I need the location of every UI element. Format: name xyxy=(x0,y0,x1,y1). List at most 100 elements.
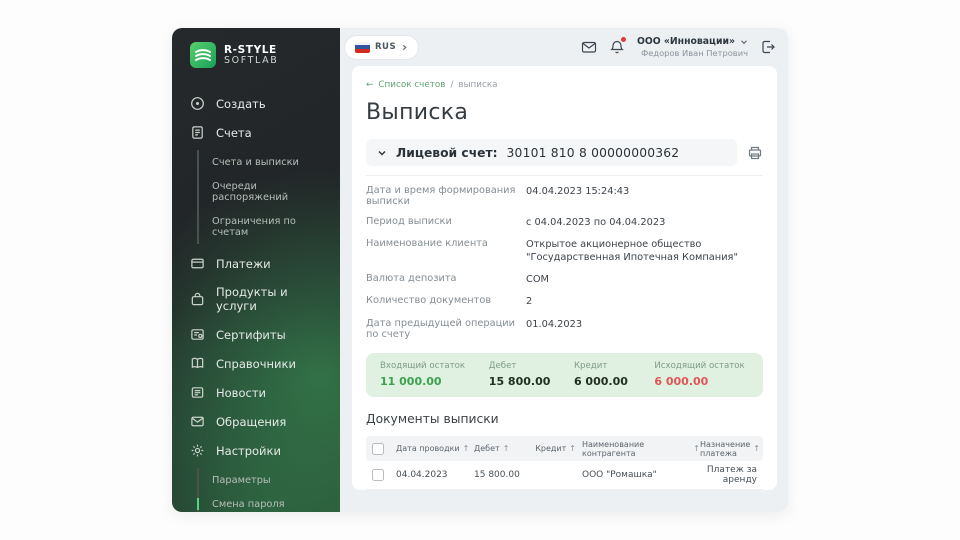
sidebar-item-create[interactable]: Создать xyxy=(190,90,326,117)
field-value: Открытое акционерное общество "Государст… xyxy=(526,238,763,264)
summary-label: Кредит xyxy=(574,361,654,371)
sidebar-subitem-account-restrictions[interactable]: Ограничения по счетам xyxy=(212,209,326,244)
table-row[interactable]: 04.04.2023 15 800.00 ООО "Ромашка" Плате… xyxy=(366,461,763,490)
summary-debit: Дебет 15 800.00 xyxy=(489,361,574,388)
sidebar-item-payments[interactable]: Платежи xyxy=(190,250,326,277)
sidebar-item-label: Справочники xyxy=(216,357,296,371)
notification-badge xyxy=(621,37,626,42)
sidebar-item-label: Счета xyxy=(216,126,252,140)
row-checkbox[interactable] xyxy=(372,469,384,481)
sidebar-subitem-accounts-statements[interactable]: Счета и выписки xyxy=(212,150,326,174)
summary-value: 11 000.00 xyxy=(380,375,489,388)
accounts-submenu: Счета и выписки Очереди распоряжений Огр… xyxy=(197,150,326,244)
account-number: 30101 810 8 00000000362 xyxy=(507,146,680,160)
sidebar-item-news[interactable]: Новости xyxy=(190,379,326,406)
print-icon[interactable] xyxy=(747,145,763,161)
certificates-icon xyxy=(190,327,205,342)
logo-line1: R-STYLE xyxy=(224,45,278,56)
sidebar-subitem-order-queues[interactable]: Очереди распоряжений xyxy=(212,174,326,209)
topbar: RUS ООО «Инновации» Федоров Иван Петрови… xyxy=(340,28,788,66)
notifications-bell-icon[interactable] xyxy=(609,39,625,55)
accounts-icon xyxy=(190,125,205,140)
directories-icon xyxy=(190,356,205,371)
russian-flag-icon xyxy=(355,42,370,53)
field-label: Валюта депозита xyxy=(366,273,516,286)
sidebar-item-accounts[interactable]: Счета xyxy=(190,119,326,146)
sidebar-item-directories[interactable]: Справочники xyxy=(190,350,326,377)
field-value: COM xyxy=(526,273,763,286)
field-value: с 04.04.2023 по 04.04.2023 xyxy=(526,216,763,229)
language-label: RUS xyxy=(375,42,396,52)
sidebar-item-label: Настройки xyxy=(216,444,281,458)
user-name: Федоров Иван Петрович xyxy=(637,48,748,59)
logo-line2: SOFTLAB xyxy=(224,56,278,66)
breadcrumb: ← Список счетов / выписка xyxy=(366,80,763,90)
sidebar-item-products[interactable]: Продукты и услуги xyxy=(190,279,326,319)
field-row: Валюта депозита COM xyxy=(366,269,763,291)
sort-asc-icon: ↑ xyxy=(753,444,760,453)
logout-icon[interactable] xyxy=(760,39,776,55)
field-row: Дата предыдущей операции по счету 01.04.… xyxy=(366,313,763,344)
sidebar: R-STYLE SOFTLAB Создать Счета Счета и вы… xyxy=(172,28,340,512)
breadcrumb-link-accounts[interactable]: Список счетов xyxy=(378,80,445,90)
logo[interactable]: R-STYLE SOFTLAB xyxy=(190,42,326,68)
summary-label: Исходящий остаток xyxy=(654,361,749,371)
field-row: Дата и время формирования выписки 04.04.… xyxy=(366,180,763,211)
summary-opening-balance: Входящий остаток 11 000.00 xyxy=(380,361,489,388)
summary-value: 6 000.00 xyxy=(574,375,654,388)
field-label: Наименование клиента xyxy=(366,238,516,264)
sidebar-item-label: Обращения xyxy=(216,415,286,429)
chevron-right-icon xyxy=(401,44,408,51)
breadcrumb-back-arrow-icon[interactable]: ← xyxy=(366,80,373,90)
summary-value: 15 800.00 xyxy=(489,375,574,388)
account-selector[interactable]: Лицевой счет: 30101 810 8 00000000362 xyxy=(366,139,737,166)
sidebar-nav: Создать Счета Счета и выписки Очереди ра… xyxy=(190,90,326,512)
summary-credit: Кредит 6 000.00 xyxy=(574,361,654,388)
column-header-contractor[interactable]: Наименование контрагента↑ xyxy=(582,440,700,458)
sidebar-item-messages[interactable]: Обращения xyxy=(190,408,326,435)
column-header-credit[interactable]: Кредит↑ xyxy=(524,444,582,453)
field-row: Период выписки с 04.04.2023 по 04.04.202… xyxy=(366,211,763,233)
account-label: Лицевой счет: xyxy=(396,146,498,160)
balance-summary: Входящий остаток 11 000.00 Дебет 15 800.… xyxy=(366,353,763,397)
column-header-date[interactable]: Дата проводки↑ xyxy=(396,444,474,453)
language-selector[interactable]: RUS xyxy=(344,35,419,60)
main-area: RUS ООО «Инновации» Федоров Иван Петрови… xyxy=(340,28,788,512)
statement-fields: Дата и время формирования выписки 04.04.… xyxy=(366,180,763,344)
column-header-purpose[interactable]: Назначение платежа↑ xyxy=(700,440,760,458)
sidebar-item-settings[interactable]: Настройки xyxy=(190,437,326,464)
messages-icon xyxy=(190,414,205,429)
summary-label: Дебет xyxy=(489,361,574,371)
user-menu[interactable]: ООО «Инновации» Федоров Иван Петрович xyxy=(637,36,748,59)
topbar-right: ООО «Инновации» Федоров Иван Петрович xyxy=(581,36,776,59)
cell-purpose: Платеж за аренду xyxy=(700,465,757,485)
sidebar-item-label: Сертифиты xyxy=(216,328,286,342)
sidebar-item-certificates[interactable]: Сертифиты xyxy=(190,321,326,348)
field-label: Период выписки xyxy=(366,216,516,229)
rstyle-logo-icon xyxy=(190,42,216,68)
sidebar-subitem-parameters[interactable]: Параметры xyxy=(212,468,326,492)
products-icon xyxy=(190,292,205,307)
select-all-checkbox[interactable] xyxy=(372,443,384,455)
logo-text: R-STYLE SOFTLAB xyxy=(224,45,278,66)
table-header: Дата проводки↑ Дебет↑ Кредит↑ Наименован… xyxy=(366,436,763,461)
account-row: Лицевой счет: 30101 810 8 00000000362 xyxy=(366,139,763,166)
cell-debit: 15 800.00 xyxy=(474,470,524,480)
sort-asc-icon: ↑ xyxy=(463,444,470,453)
field-label: Дата и время формирования выписки xyxy=(366,185,516,207)
field-value: 01.04.2023 xyxy=(526,318,763,340)
sidebar-subitem-change-password[interactable]: Смена пароля xyxy=(212,492,326,512)
summary-closing-balance: Исходящий остаток 6 000.00 xyxy=(654,361,749,388)
cell-contractor: ООО "Ромашка" xyxy=(582,470,700,480)
breadcrumb-current: выписка xyxy=(458,80,497,90)
sidebar-item-label: Создать xyxy=(216,97,266,111)
column-header-debit[interactable]: Дебет↑ xyxy=(474,444,524,453)
divider xyxy=(366,175,763,176)
content-card: ← Список счетов / выписка Выписка Лицево… xyxy=(352,66,777,490)
field-row: Наименование клиента Открытое акционерно… xyxy=(366,233,763,268)
app-window: R-STYLE SOFTLAB Создать Счета Счета и вы… xyxy=(172,28,788,512)
company-name: ООО «Инновации» xyxy=(637,36,735,48)
news-icon xyxy=(190,385,205,400)
create-icon xyxy=(190,96,205,111)
mail-icon[interactable] xyxy=(581,39,597,55)
